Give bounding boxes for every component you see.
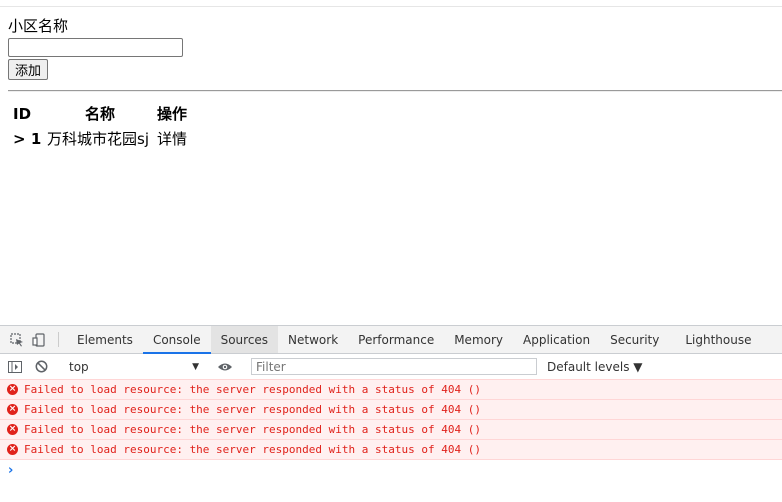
community-name-input[interactable]: [8, 38, 183, 57]
clear-console-icon[interactable]: [30, 360, 52, 373]
error-icon: ×: [7, 384, 18, 395]
tab-lighthouse[interactable]: Lighthouse: [669, 326, 761, 353]
console-error-message: × Failed to load resource: the server re…: [0, 439, 782, 460]
error-text: Failed to load resource: the server resp…: [24, 423, 481, 436]
console-toolbar: top ▼ Default levels ▼: [0, 354, 782, 380]
filter-input[interactable]: [251, 358, 537, 375]
column-header-id: ID: [13, 105, 32, 123]
table-row: > 1 万科城市花园sj 详情: [12, 128, 188, 150]
table-header-row: ID 名称 操作: [12, 102, 188, 126]
row-arrow: >: [13, 130, 26, 148]
error-text: Failed to load resource: the server resp…: [24, 443, 481, 456]
sidebar-toggle-icon[interactable]: [4, 360, 26, 373]
tab-network[interactable]: Network: [278, 326, 348, 353]
tab-security[interactable]: Security: [600, 326, 669, 353]
community-table: ID 名称 操作 > 1 万科城市花园sj 详情: [10, 100, 190, 152]
console-error-message: × Failed to load resource: the server re…: [0, 379, 782, 400]
device-toolbar-icon[interactable]: [28, 326, 50, 353]
console-messages: × Failed to load resource: the server re…: [0, 379, 782, 480]
console-prompt[interactable]: ›: [0, 460, 782, 480]
tab-application[interactable]: Application: [513, 326, 600, 353]
error-text: Failed to load resource: the server resp…: [24, 403, 481, 416]
top-divider: [0, 6, 782, 7]
community-name-label: 小区名称: [8, 17, 69, 35]
error-icon: ×: [7, 444, 18, 455]
horizontal-rule: [8, 90, 782, 91]
context-value: top: [69, 359, 89, 374]
row-name: 万科城市花园sj: [47, 130, 149, 148]
column-header-name: 名称: [84, 105, 115, 123]
row-id-cell: > 1: [12, 128, 44, 150]
add-button[interactable]: 添加: [8, 59, 49, 80]
context-selector[interactable]: top ▼: [65, 360, 201, 374]
inspect-element-icon[interactable]: [6, 326, 28, 353]
log-levels-dropdown[interactable]: Default levels ▼: [547, 360, 643, 374]
prompt-chevron-icon: ›: [8, 462, 14, 478]
console-error-message: × Failed to load resource: the server re…: [0, 399, 782, 420]
tab-sources[interactable]: Sources: [210, 326, 279, 353]
eye-icon[interactable]: [214, 362, 236, 372]
error-text: Failed to load resource: the server resp…: [24, 383, 481, 396]
column-header-action: 操作: [157, 105, 188, 123]
devtools-panel: Elements Console Sources Network Perform…: [0, 325, 782, 502]
row-detail-link[interactable]: 详情: [156, 128, 188, 150]
tab-memory[interactable]: Memory: [444, 326, 513, 353]
error-icon: ×: [7, 404, 18, 415]
console-error-message: × Failed to load resource: the server re…: [0, 419, 782, 440]
tab-elements[interactable]: Elements: [67, 326, 143, 353]
tab-console[interactable]: Console: [142, 326, 211, 354]
tab-performance[interactable]: Performance: [348, 326, 444, 353]
devtools-tabbar: Elements Console Sources Network Perform…: [0, 326, 782, 354]
community-form: 小区名称 添加: [8, 16, 183, 80]
error-icon: ×: [7, 424, 18, 435]
toolbar-separator: [58, 332, 59, 347]
row-id: 1: [30, 130, 42, 148]
dropdown-arrow-icon: ▼: [192, 361, 199, 372]
